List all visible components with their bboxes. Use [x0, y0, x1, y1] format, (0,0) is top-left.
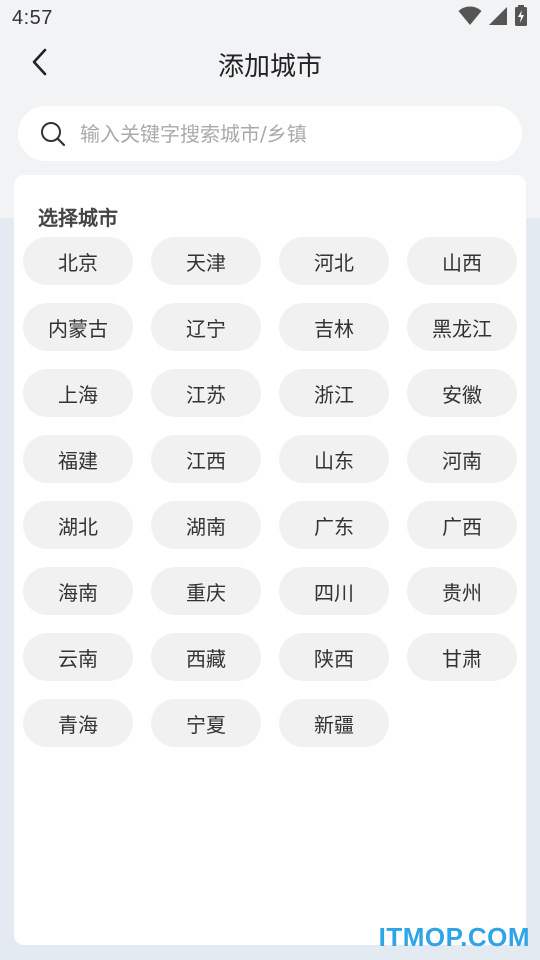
city-chip[interactable]: 江苏: [151, 369, 261, 417]
city-chip[interactable]: 云南: [23, 633, 133, 681]
city-chip[interactable]: 辽宁: [151, 303, 261, 351]
city-chip[interactable]: 海南: [23, 567, 133, 615]
city-grid: 北京 天津 河北 山西内蒙古 辽宁 吉林 黑龙江上海 江苏 浙江 安徽福建 江西 山东 河南湖北 湖南 广东…: [23, 237, 517, 747]
city-chip[interactable]: 广东: [279, 501, 389, 549]
city-chip[interactable]: 甘肃: [407, 633, 517, 681]
city-chip[interactable]: 内蒙古: [23, 303, 133, 351]
city-chip[interactable]: 湖北: [23, 501, 133, 549]
city-chip[interactable]: 上海: [23, 369, 133, 417]
city-chip[interactable]: 河南: [407, 435, 517, 483]
city-chip[interactable]: 新疆: [279, 699, 389, 747]
search-icon: [40, 121, 66, 147]
city-chip[interactable]: 宁夏: [151, 699, 261, 747]
battery-charging-icon: [514, 5, 528, 31]
city-chip[interactable]: 重庆: [151, 567, 261, 615]
city-chip[interactable]: 四川: [279, 567, 389, 615]
city-chip[interactable]: 广西: [407, 501, 517, 549]
status-icons: [458, 5, 528, 31]
watermark: ITMOP.COM: [378, 922, 530, 952]
city-chip[interactable]: 天津: [151, 237, 261, 285]
city-chip[interactable]: 北京: [23, 237, 133, 285]
city-chip[interactable]: 青海: [23, 699, 133, 747]
city-chip[interactable]: 贵州: [407, 567, 517, 615]
city-chip[interactable]: 山西: [407, 237, 517, 285]
signal-icon: [488, 6, 508, 30]
city-chip[interactable]: 浙江: [279, 369, 389, 417]
status-bar: 4:57: [0, 0, 540, 36]
city-chip[interactable]: 黑龙江: [407, 303, 517, 351]
city-chip[interactable]: 吉林: [279, 303, 389, 351]
city-chip[interactable]: 安徽: [407, 369, 517, 417]
city-panel: 选择城市 北京 天津 河北 山西内蒙古 辽宁 吉林 黑龙江上海 江苏 浙江 安徽福建 江西 山东 河南湖…: [14, 175, 526, 945]
status-time: 4:57: [12, 6, 53, 29]
section-title: 选择城市: [38, 206, 118, 230]
search-input[interactable]: [80, 121, 480, 146]
city-chip[interactable]: 山东: [279, 435, 389, 483]
wifi-icon: [458, 6, 482, 30]
city-chip[interactable]: 西藏: [151, 633, 261, 681]
city-chip[interactable]: 湖南: [151, 501, 261, 549]
city-chip[interactable]: 福建: [23, 435, 133, 483]
page-title: 添加城市: [217, 52, 322, 82]
search-bar[interactable]: [18, 106, 522, 161]
city-chip[interactable]: 江西: [151, 435, 261, 483]
city-chip[interactable]: 河北: [279, 237, 389, 285]
header: 添加城市: [0, 36, 540, 92]
city-chip[interactable]: 陕西: [279, 633, 389, 681]
